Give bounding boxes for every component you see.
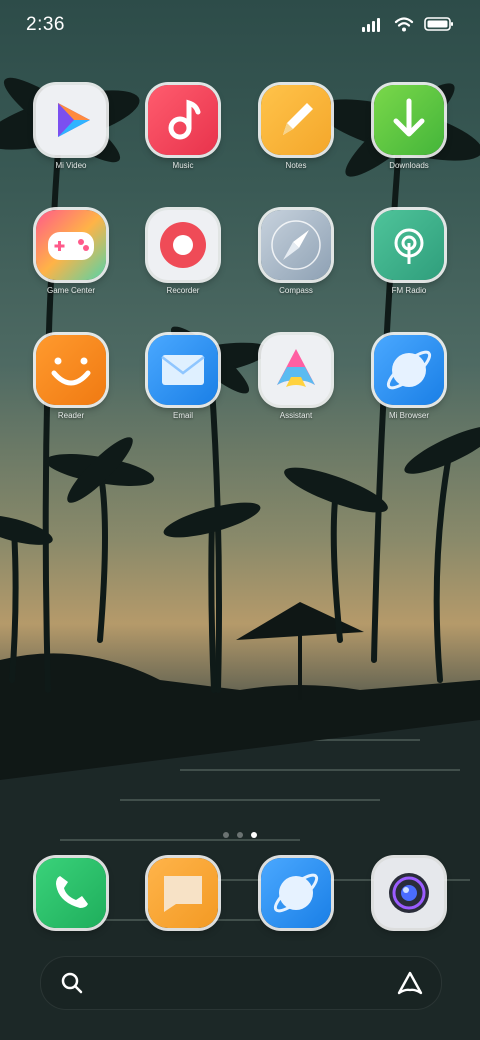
app-label: Mi Video xyxy=(55,161,87,170)
camera-icon xyxy=(374,858,444,928)
app-fm-radio[interactable]: FM Radio xyxy=(359,210,459,295)
app-label: Music xyxy=(172,161,194,170)
app-label: Assistant xyxy=(279,411,313,420)
dock-mi-browser[interactable] xyxy=(246,858,346,928)
compass-icon xyxy=(261,210,331,280)
app-assistant[interactable]: Assistant xyxy=(246,335,346,420)
mi-browser-icon xyxy=(374,335,444,405)
dock-phone[interactable] xyxy=(21,858,121,928)
app-game-center[interactable]: Game Center xyxy=(21,210,121,295)
search-icon[interactable] xyxy=(61,972,83,999)
phone-icon xyxy=(36,858,106,928)
app-mi-video[interactable]: Mi Video xyxy=(21,85,121,170)
app-compass[interactable]: Compass xyxy=(246,210,346,295)
page-dot[interactable] xyxy=(223,832,229,838)
wifi-icon xyxy=(394,16,414,37)
dock-camera[interactable] xyxy=(359,858,459,928)
app-label: FM Radio xyxy=(391,286,427,295)
downloads-icon xyxy=(374,85,444,155)
page-indicator xyxy=(0,832,480,838)
app-email[interactable]: Email xyxy=(133,335,233,420)
app-label: Compass xyxy=(279,286,313,295)
assistant-app-icon xyxy=(261,335,331,405)
music-icon xyxy=(148,85,218,155)
messages-icon xyxy=(148,858,218,928)
page-dot-active[interactable] xyxy=(251,832,257,838)
mi-video-icon xyxy=(36,85,106,155)
app-label: Reader xyxy=(57,411,85,420)
signal-icon xyxy=(362,16,384,37)
app-notes[interactable]: Notes xyxy=(246,85,346,170)
email-icon xyxy=(148,335,218,405)
app-label: Notes xyxy=(285,161,307,170)
notes-icon xyxy=(261,85,331,155)
recorder-icon xyxy=(148,210,218,280)
fm-radio-icon xyxy=(374,210,444,280)
app-reader[interactable]: Reader xyxy=(21,335,121,420)
app-label: Downloads xyxy=(389,161,429,170)
app-downloads[interactable]: Downloads xyxy=(359,85,459,170)
app-label: Game Center xyxy=(46,286,96,295)
app-label: Email xyxy=(172,411,193,420)
game-center-icon xyxy=(36,210,106,280)
app-label: Recorder xyxy=(166,286,200,295)
search-bar[interactable] xyxy=(40,956,442,1010)
battery-icon xyxy=(424,16,454,37)
app-recorder[interactable]: Recorder xyxy=(133,210,233,295)
status-icons xyxy=(362,16,454,37)
app-mi-browser[interactable]: Mi Browser xyxy=(359,335,459,420)
dock-messages[interactable] xyxy=(133,858,233,928)
status-bar: 2:36 xyxy=(0,0,480,50)
app-label: Mi Browser xyxy=(388,411,429,420)
mi-browser-icon xyxy=(261,858,331,928)
assistant-icon[interactable] xyxy=(397,971,423,1000)
page-dot[interactable] xyxy=(237,832,243,838)
status-time: 2:36 xyxy=(26,14,65,35)
reader-icon xyxy=(36,335,106,405)
app-music[interactable]: Music xyxy=(133,85,233,170)
